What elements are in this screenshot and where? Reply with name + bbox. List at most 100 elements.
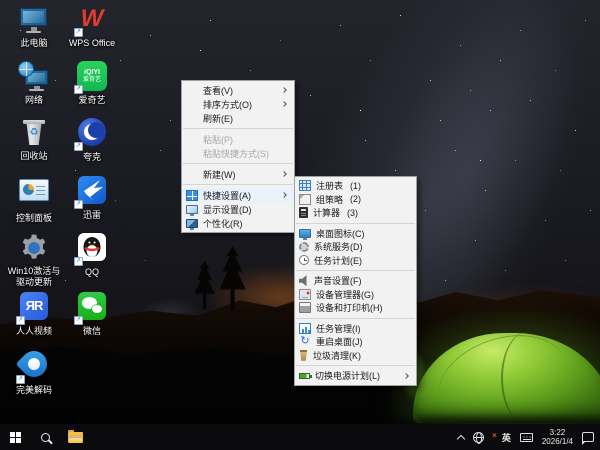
printer-icon bbox=[299, 302, 311, 313]
desktop-icon-wechat[interactable]: 微信 bbox=[63, 291, 121, 337]
shortcut-arrow-icon bbox=[16, 316, 25, 325]
menu-separator bbox=[296, 223, 415, 224]
desktop: 此电脑 W WPS Office 网络 iQIYI爱奇艺 爱奇艺 ♻ 回收站 夸… bbox=[0, 0, 600, 450]
personalize-icon bbox=[186, 219, 198, 228]
desktop-icon-quark[interactable]: 夸克 bbox=[63, 117, 121, 163]
shortcut-arrow-icon bbox=[74, 316, 83, 325]
context-menu-item-new[interactable]: 新建(W) bbox=[182, 167, 294, 181]
rr-video-icon: ЯR bbox=[18, 292, 50, 324]
context-menu-item-paste-shortcut[interactable]: 粘贴快捷方式(S) bbox=[182, 146, 294, 160]
submenu-item-system-services[interactable]: 系统服务(D) bbox=[295, 240, 416, 254]
icon-label: Win10激活与驱动更新 bbox=[5, 266, 63, 288]
recycle-bin-icon: ♻ bbox=[18, 117, 50, 149]
submenu-item-group-policy[interactable]: 组策略(2) bbox=[295, 193, 416, 207]
calculator-icon bbox=[299, 207, 308, 218]
desktop-icon-network[interactable]: 网络 bbox=[5, 61, 63, 106]
wps-office-icon: W bbox=[76, 4, 108, 36]
submenu-item-registry[interactable]: 注册表(1) bbox=[295, 179, 416, 193]
menu-separator bbox=[296, 365, 415, 366]
submenu-arrow-icon bbox=[281, 101, 287, 107]
trash-icon bbox=[299, 350, 308, 361]
desktop-icon-perfect-decoder[interactable]: 完美解码 bbox=[5, 348, 63, 396]
desktop-icon-recycle-bin[interactable]: ♻ 回收站 bbox=[5, 117, 63, 162]
language-indicator[interactable]: 英 bbox=[502, 431, 511, 444]
menu-item-label: 快捷设置(A) bbox=[203, 189, 251, 202]
submenu-item-calculator[interactable]: 计算器(3) bbox=[295, 206, 416, 220]
submenu-item-desktop-icons[interactable]: 桌面图标(C) bbox=[295, 227, 416, 241]
desktop-context-menu: 查看(V) 排序方式(O) 刷新(E) 粘贴(P) 粘贴快捷方式(S) 新建(W… bbox=[181, 80, 295, 233]
menu-item-label: 桌面图标(C) bbox=[316, 227, 365, 240]
network-globe-icon[interactable] bbox=[473, 432, 484, 443]
context-menu-item-sort-by[interactable]: 排序方式(O) bbox=[182, 97, 294, 111]
submenu-item-switch-power-plan[interactable]: 切换电源计划(L) bbox=[295, 369, 416, 383]
submenu-item-junk-clean[interactable]: 垃圾清理(K) bbox=[295, 349, 416, 363]
registry-icon bbox=[299, 180, 311, 191]
submenu-arrow-icon bbox=[281, 171, 287, 177]
wechat-icon bbox=[76, 292, 108, 324]
submenu-item-task-manager[interactable]: 任务管理(I) bbox=[295, 322, 416, 336]
touch-keyboard-icon[interactable] bbox=[520, 433, 533, 442]
device-manager-icon bbox=[299, 289, 311, 300]
perfect-decoder-icon bbox=[18, 351, 50, 383]
menu-item-label: 个性化(R) bbox=[203, 217, 243, 230]
menu-item-label: 设备和打印机(H) bbox=[316, 301, 383, 314]
context-menu-item-quick-settings[interactable]: 快捷设置(A) bbox=[182, 188, 294, 202]
context-menu-item-personalize[interactable]: 个性化(R) bbox=[182, 216, 294, 230]
taskbar-clock[interactable]: 3:222026/1/4 bbox=[542, 428, 573, 446]
submenu-item-restart-desktop[interactable]: 重启桌面(J) bbox=[295, 335, 416, 349]
control-panel-icon bbox=[18, 179, 50, 211]
desktop-icon-iqiyi[interactable]: iQIYI爱奇艺 爱奇艺 bbox=[63, 61, 121, 106]
menu-item-label: 设备管理器(G) bbox=[316, 288, 374, 301]
context-menu-item-view[interactable]: 查看(V) bbox=[182, 83, 294, 97]
submenu-item-device-manager[interactable]: 设备管理器(G) bbox=[295, 288, 416, 302]
menu-item-label: 粘贴快捷方式(S) bbox=[203, 147, 269, 160]
submenu-item-devices-and-printers[interactable]: 设备和打印机(H) bbox=[295, 301, 416, 315]
submenu-item-sound-settings[interactable]: 声音设置(F) bbox=[295, 274, 416, 288]
icon-label: 网络 bbox=[5, 95, 63, 106]
menu-separator bbox=[296, 270, 415, 271]
icon-label: WPS Office bbox=[63, 38, 121, 49]
system-tray: 英 3:222026/1/4 bbox=[458, 424, 600, 450]
speaker-icon bbox=[299, 275, 309, 286]
menu-item-label: 注册表 bbox=[316, 179, 343, 192]
desktop-icon-qq[interactable]: QQ bbox=[63, 232, 121, 278]
quark-icon bbox=[76, 118, 108, 150]
menu-item-label: 重启桌面(J) bbox=[316, 335, 363, 348]
qq-penguin-icon bbox=[76, 233, 108, 265]
context-menu-item-refresh[interactable]: 刷新(E) bbox=[182, 111, 294, 125]
menu-item-label: 垃圾清理(K) bbox=[313, 349, 361, 362]
shortcut-arrow-icon bbox=[16, 375, 25, 384]
desktop-icon-wps-office[interactable]: W WPS Office bbox=[63, 4, 121, 49]
submenu-item-task-scheduler[interactable]: 任务计划(E) bbox=[295, 254, 416, 268]
shortcut-arrow-icon bbox=[74, 28, 83, 37]
desktop-icon-this-pc[interactable]: 此电脑 bbox=[5, 4, 63, 49]
context-menu-item-paste[interactable]: 粘贴(P) bbox=[182, 132, 294, 146]
menu-separator bbox=[183, 184, 293, 185]
submenu-arrow-icon bbox=[281, 192, 287, 198]
folder-icon bbox=[68, 432, 83, 443]
menu-item-label: 切换电源计划(L) bbox=[315, 369, 380, 382]
icon-label: 爱奇艺 bbox=[63, 95, 121, 106]
taskbar: 英 3:222026/1/4 bbox=[0, 424, 600, 450]
windows-logo-icon bbox=[10, 432, 21, 443]
desktop-icon-win10-update[interactable]: Win10激活与驱动更新 bbox=[5, 232, 63, 288]
restart-arrow-icon bbox=[299, 336, 311, 347]
menu-item-label: 查看(V) bbox=[203, 84, 233, 97]
menu-item-hotkey: (2) bbox=[350, 194, 361, 204]
tray-time: 3:22 bbox=[550, 428, 566, 437]
search-button[interactable] bbox=[30, 424, 60, 450]
start-button[interactable] bbox=[0, 424, 30, 450]
menu-item-label: 系统服务(D) bbox=[314, 240, 363, 253]
shortcut-arrow-icon bbox=[74, 142, 83, 151]
context-menu-item-display-settings[interactable]: 显示设置(D) bbox=[182, 202, 294, 216]
icon-label: 夸克 bbox=[63, 152, 121, 163]
menu-item-label: 任务管理(I) bbox=[316, 322, 361, 335]
file-explorer-button[interactable] bbox=[60, 424, 90, 450]
desktop-icon-thunder[interactable]: 迅雷 bbox=[63, 175, 121, 221]
desktop-icon-rr-video[interactable]: ЯR 人人视频 bbox=[5, 291, 63, 337]
hidden-icons-chevron-icon[interactable] bbox=[457, 434, 465, 442]
menu-item-label: 任务计划(E) bbox=[314, 254, 362, 267]
desktop-icon-control-panel[interactable]: 控制面板 bbox=[5, 175, 63, 224]
quick-settings-submenu: 注册表(1) 组策略(2) 计算器(3) 桌面图标(C) 系统服务(D) 任务计… bbox=[294, 176, 417, 386]
action-center-icon[interactable] bbox=[582, 432, 594, 442]
